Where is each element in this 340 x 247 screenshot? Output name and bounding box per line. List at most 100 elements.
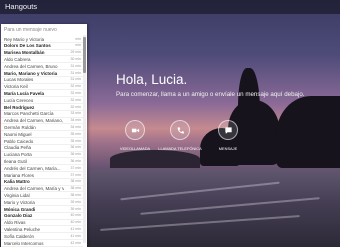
ocean-water [87,170,340,247]
conversation-name: Victoria Keil [4,84,28,90]
conversation-time: 34 min [70,124,81,129]
conversation-item[interactable]: Mariana Flores 37 min [1,172,83,179]
conversation-time: 35 min [70,131,81,136]
hangouts-background: Hangouts Para un mensaje nuevo Rey Mario… [0,0,340,247]
conversation-item[interactable]: Lucía Cereceo 32 min [1,97,83,104]
conversation-item[interactable]: Mónica Grandi 39 min [1,206,83,213]
app-title: Hangouts [5,2,38,11]
conversation-time: 41 min [70,226,81,231]
conversation-name: Mónica Grandi [4,206,36,212]
conversation-name: Dolors De Los Santos [4,43,51,49]
conversation-item[interactable]: Mario, Mariano y Victoria 31 min [1,70,83,77]
conversation-item[interactable]: Dolors De Los Santos min [1,43,83,50]
conversation-time: 32 min [70,84,81,89]
conversation-item[interactable]: Pablo Caicedo 35 min [1,138,83,145]
conversation-time: 35 min [70,138,81,143]
conversation-time: 32 min [70,90,81,95]
conversation-name: Rey Mario y Victoria [4,36,45,42]
conversation-time: 38 min [70,186,81,191]
conversation-name: María Lucía Favela [4,90,45,96]
conversation-name: Kalia Mattro [4,179,30,185]
conversation-item[interactable]: Marcos Panchetti García 33 min [1,111,83,118]
conversation-name: Naomi Miguel [4,131,32,137]
conversation-name: Gonzalo Diaz [4,213,33,219]
conversation-item[interactable]: Germán Roldán 34 min [1,124,83,132]
conversation-item[interactable]: Andrea del Carmen, Bruno 31 min [1,63,83,70]
conversation-name: Andrea del Carmen, María y Victoria [4,186,64,192]
conversation-item[interactable]: Mario y Victoria 39 min [1,199,83,206]
conversation-item[interactable]: Claudia Peña 36 min [1,145,83,152]
conversation-time: 31 min [70,63,81,68]
scrollbar-thumb[interactable] [83,37,86,73]
conversation-name: Lucas Morales [4,77,34,83]
conversation-name: Germán Roldán [4,124,36,130]
conversation-name: Bel Rodríguez [4,104,35,110]
conversation-item[interactable]: Lucas Morales 31 min [1,77,83,84]
conversation-item[interactable]: Andrés del Carmen, María... 37 min [1,165,83,172]
conversation-item[interactable]: Gonzalo Diaz 40 min [1,213,83,220]
conversation-item[interactable]: Kalia Mattro 38 min [1,179,83,186]
message-button[interactable] [218,120,238,140]
conversation-time: 29 min [70,50,81,55]
conversation-name: Mario, Mariano y Victoria [4,70,58,76]
phone-call-button[interactable] [170,120,190,140]
video-camera-icon [131,128,140,133]
conversation-time: 36 min [70,145,81,150]
conversation-item[interactable]: Marcelo Intercomos 42 min [1,240,83,247]
conversation-item[interactable]: Naomi Miguel 35 min [1,131,83,138]
conversation-time: 32 min [70,97,81,102]
conversation-time: 41 min [70,233,81,238]
conversation-name: Marcelo Intercomos [4,240,44,246]
video-call-button[interactable] [125,120,145,140]
conversation-item[interactable]: María Lucía Favela 32 min [1,90,83,98]
conversation-name: Sofía Calderón [4,233,35,239]
conversation-item[interactable]: Ileana Gutil 36 min [1,158,83,166]
conversation-name: Lucía Cereceo [4,97,34,103]
conversation-time: 38 min [70,179,81,184]
conversation-time: 36 min [70,152,81,157]
conversation-name: Pablo Caicedo [4,138,34,144]
conversation-name: Marcos Panchetti García [4,111,54,117]
message-label: MENSAJE [218,146,238,151]
conversation-name: Marisea Montalbán [4,50,45,56]
conversation-name: Virginia Lidal [4,192,30,198]
conversation-time: 39 min [70,206,81,211]
conversation-name: Claudia Peña [4,145,32,151]
conversation-time: 31 min [70,77,81,82]
conversation-item[interactable]: Sofía Calderón 41 min [1,233,83,240]
new-conversation-input[interactable]: Para un mensaje nuevo [4,27,57,33]
conversation-name: Mario y Victoria [4,199,35,205]
conversation-time: 36 min [70,158,81,163]
conversation-time: 32 min [70,104,81,109]
conversation-item[interactable]: Bel Rodríguez 32 min [1,104,83,111]
conversation-item[interactable]: Rey Mario y Victoria min [1,36,83,43]
rock-formation [276,96,340,168]
conversation-item[interactable]: Aldo Cabrera 30 min [1,56,83,64]
conversation-name: Andrea del Carmen, Bruno [4,63,58,69]
conversation-item[interactable]: Andrea del Carmen, Mariano, Priyé, L... 3… [1,118,83,125]
conversation-name: Andrea del Carmen, Mariano, Priyé, L... [4,118,64,124]
message-icon [225,127,232,134]
conversation-time: min [75,36,81,41]
conversation-time: min [75,43,81,48]
conversation-item[interactable]: Valentina Peluche 41 min [1,226,83,234]
conversation-time: 38 min [70,192,81,197]
conversation-time: 42 min [70,240,81,245]
conversation-time: 33 min [70,111,81,116]
conversation-item[interactable]: Virginia Lidal 38 min [1,192,83,200]
contacts-panel: Para un mensaje nuevo Rey Mario y Victor… [1,24,87,247]
conversation-item[interactable]: Aldo Rivas 40 min [1,220,83,227]
conversation-item[interactable]: Marisea Montalbán 29 min [1,50,83,57]
contacts-list: Rey Mario y Victoria min Dolors De Los San… [1,36,83,247]
conversation-item[interactable]: Victoria Keil 32 min [1,84,83,91]
conversation-time: 37 min [70,172,81,177]
conversation-name: Mariana Flores [4,172,35,178]
rock-formation [110,150,200,168]
conversation-item[interactable]: Andrea del Carmen, María y Victoria 38 mi… [1,186,83,193]
conversation-item[interactable]: Luciana Porta 36 min [1,152,83,159]
conversation-name: Luciana Porta [4,152,32,158]
greeting-title: Hola, Lucia. [116,72,188,87]
title-bar: Hangouts [0,0,340,14]
conversation-name: Aldo Rivas [4,220,26,226]
conversation-name: Valentina Peluche [4,226,40,232]
